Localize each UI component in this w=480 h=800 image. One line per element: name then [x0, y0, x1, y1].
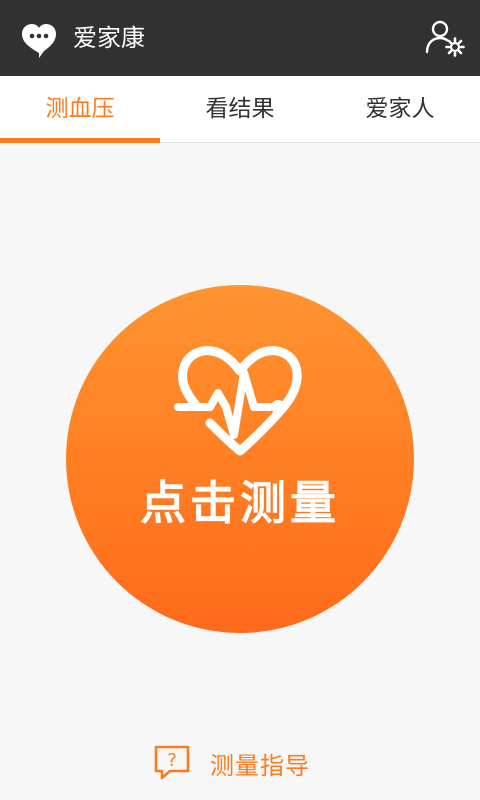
heart-pulse-icon — [174, 346, 302, 456]
app-title: 爱家康 — [73, 24, 145, 52]
guide-label: 测量指导 — [210, 751, 310, 780]
help-chat-icon: ? — [154, 745, 190, 780]
tab-measure-bp[interactable]: 测血压 — [0, 76, 160, 143]
tab-bar: 测血压 看结果 爱家人 — [0, 76, 480, 143]
tab-family[interactable]: 爱家人 — [320, 76, 480, 142]
chat-heart-logo-icon — [22, 24, 56, 58]
measure-guide-link[interactable]: ? 测量指导 — [152, 740, 310, 786]
tab-label: 看结果 — [205, 96, 275, 122]
app-screen: 爱家康 测血压 看结果 爱家人 点击测量 ? 测量指导 — [0, 0, 480, 800]
measure-label: 点击测量 — [140, 476, 340, 530]
tab-label: 测血压 — [45, 96, 115, 122]
user-settings-icon[interactable] — [424, 16, 468, 60]
tab-view-results[interactable]: 看结果 — [160, 76, 320, 142]
active-tab-indicator — [0, 138, 160, 143]
tab-label: 爱家人 — [365, 96, 435, 122]
measure-button[interactable]: 点击测量 — [66, 285, 414, 633]
title-bar: 爱家康 — [0, 0, 480, 76]
svg-text:?: ? — [167, 750, 177, 771]
